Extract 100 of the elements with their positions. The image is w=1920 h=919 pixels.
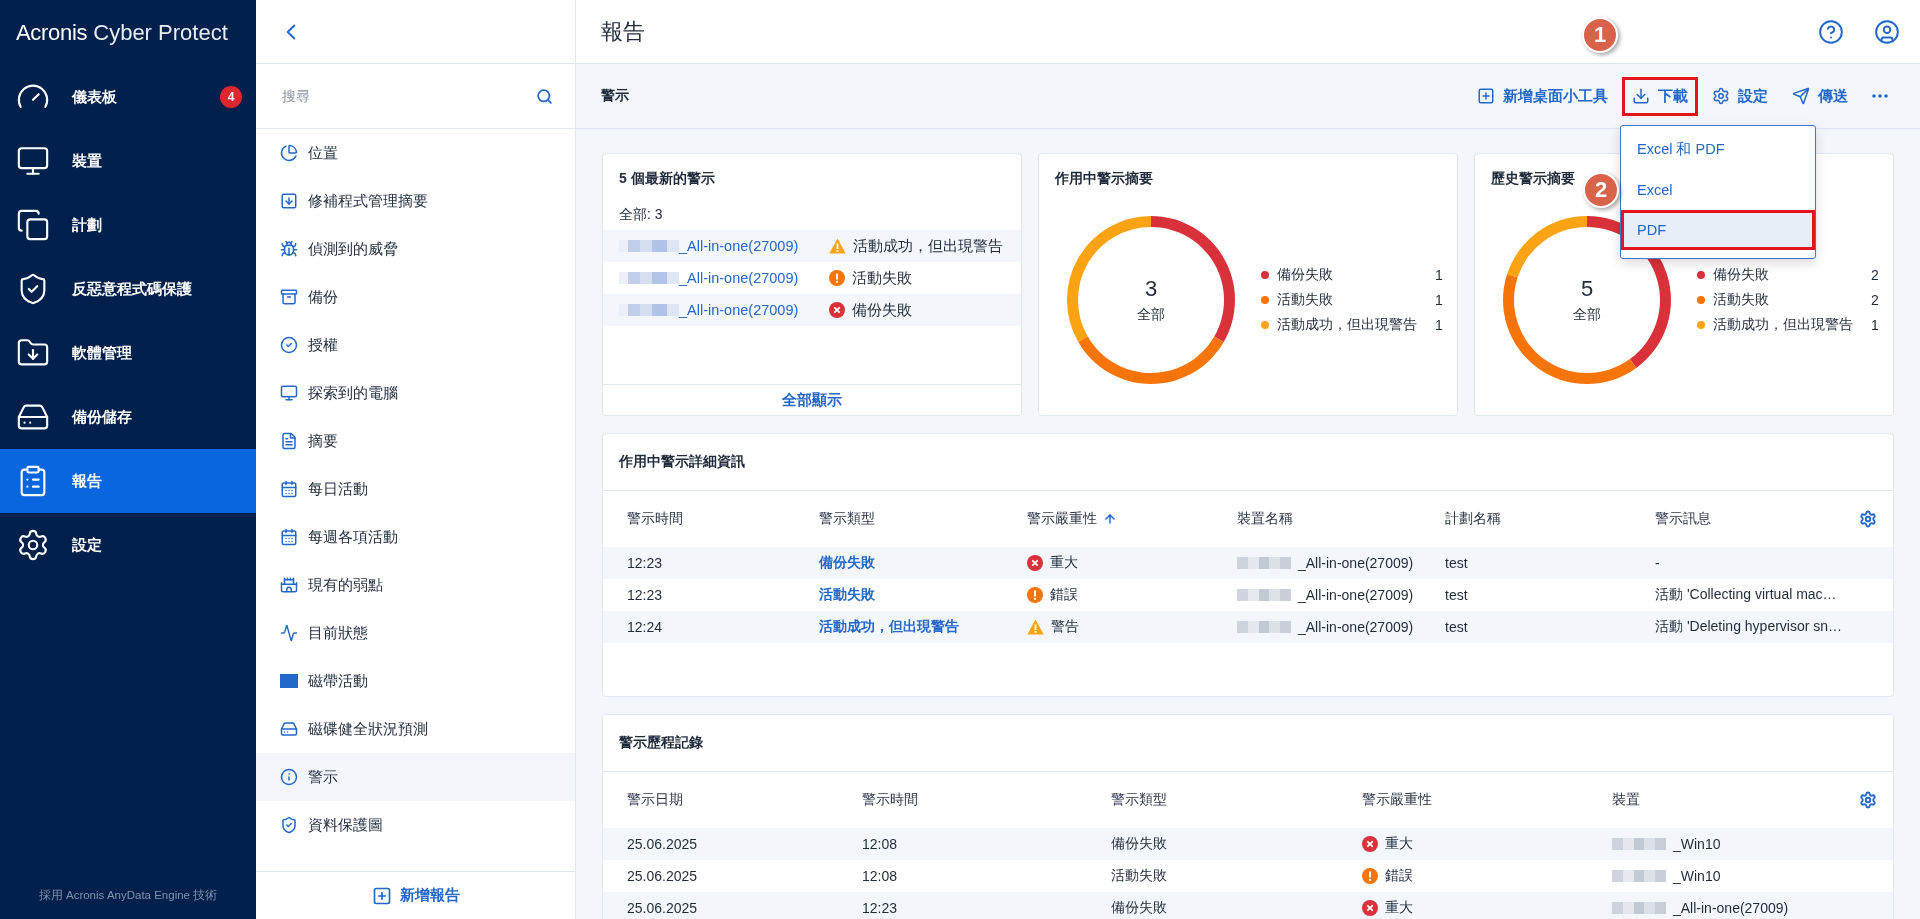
alert-type-cell-text: 活動失敗 xyxy=(1111,867,1168,885)
blurred-text xyxy=(1237,557,1291,569)
error-icon xyxy=(1027,587,1043,603)
add-button[interactable]: 新增桌面小工具 xyxy=(1469,78,1616,114)
total-count: 全部: 3 xyxy=(618,205,664,224)
total-label: 全部 xyxy=(1137,305,1165,324)
time-cell-text: 12:23 xyxy=(627,555,664,571)
alert-status: 活動成功，但出現警告 xyxy=(853,236,1003,256)
alert-status: 活動失敗 xyxy=(852,268,912,288)
user-icon[interactable] xyxy=(1874,18,1900,45)
column-header[interactable]: 警示類型 xyxy=(1111,791,1362,809)
archive-icon xyxy=(280,288,298,306)
device-link[interactable]: _All-in-one(27009) xyxy=(679,238,829,254)
info-icon xyxy=(280,768,298,786)
send-icon xyxy=(1792,87,1810,105)
severity-text: 警告 xyxy=(1051,618,1079,636)
column-header[interactable]: 裝置名稱 xyxy=(1237,510,1445,528)
total-label: 全部 xyxy=(1573,305,1601,324)
nav-item[interactable]: 儀表板 4 xyxy=(0,65,256,129)
download-button[interactable]: 下載 xyxy=(1624,78,1696,114)
device-name: _All-in-one(27009) xyxy=(1298,619,1414,635)
menu-item[interactable]: Excel 和 PDF xyxy=(1621,129,1815,170)
sort-arrow-icon xyxy=(1103,512,1117,526)
nav-item[interactable]: 設定 xyxy=(0,513,256,577)
legend-count: 1 xyxy=(1435,266,1443,283)
gear-icon xyxy=(1859,510,1877,528)
nav-item[interactable]: 備份儲存 xyxy=(0,385,256,449)
blurred-text xyxy=(1237,621,1291,633)
menu-item[interactable]: PDF xyxy=(1621,209,1815,250)
send-button[interactable]: 傳送 xyxy=(1784,78,1856,114)
severity-text: 錯誤 xyxy=(1050,586,1078,604)
alert-type-link[interactable]: 活動失敗 xyxy=(819,586,875,604)
search-icon[interactable] xyxy=(536,87,553,105)
column-header[interactable]: 警示時間 xyxy=(627,510,819,528)
tape-icon xyxy=(280,674,298,688)
nav-item[interactable]: 軟體管理 xyxy=(0,321,256,385)
settings-button[interactable] xyxy=(1859,791,1877,809)
monitor-icon xyxy=(280,384,298,402)
download-box-icon xyxy=(280,192,298,210)
help-icon[interactable] xyxy=(1818,18,1844,45)
plan-cell-text: test xyxy=(1445,587,1469,603)
settings-button[interactable]: 設定 xyxy=(1704,78,1776,114)
legend-label: 備份失敗 xyxy=(1713,265,1770,284)
report-item[interactable]: 警示 xyxy=(256,753,575,801)
show-all-link[interactable]: 全部顯示 xyxy=(778,386,846,414)
legend-count: 1 xyxy=(1435,316,1443,333)
error-icon xyxy=(1362,868,1378,884)
add-report-button[interactable]: 新增報告 xyxy=(367,881,464,910)
alert-type-link[interactable]: 備份失敗 xyxy=(819,554,875,572)
legend-label: 活動失敗 xyxy=(1713,290,1770,309)
column-header[interactable]: 警示嚴重性 xyxy=(1027,510,1237,528)
nav-item[interactable]: 計劃 xyxy=(0,193,256,257)
column-header[interactable]: 警示訊息 xyxy=(1655,510,1847,528)
column-header[interactable]: 警示類型 xyxy=(819,510,1027,528)
plan-cell-text: test xyxy=(1445,555,1469,571)
settings-button[interactable] xyxy=(1859,510,1877,528)
add-icon xyxy=(1477,87,1495,105)
calendar-icon xyxy=(280,480,298,498)
blurred-text xyxy=(619,304,679,316)
search-field[interactable]: 搜尋 xyxy=(280,87,536,105)
shield-check-icon xyxy=(280,816,298,834)
device-name: _Win10 xyxy=(1673,836,1721,852)
alert-type-link[interactable]: 活動成功，但出現警告 xyxy=(819,618,959,636)
blurred-text xyxy=(1612,902,1666,914)
page-title: 報告 xyxy=(601,17,645,46)
column-header[interactable]: 裝置 xyxy=(1612,791,1847,809)
more-icon xyxy=(1872,94,1888,98)
column-header[interactable]: 警示時間 xyxy=(862,791,1111,809)
gear-icon xyxy=(1859,791,1877,809)
device-link[interactable]: _All-in-one(27009) xyxy=(679,270,829,286)
message-cell-text: 活動 'Collecting virtual mac… xyxy=(1655,586,1838,604)
card-title: 歷史警示摘要 xyxy=(1491,170,1575,188)
legend-count: 2 xyxy=(1871,266,1879,283)
warning-icon xyxy=(829,238,846,254)
legend-label: 備份失敗 xyxy=(1277,265,1334,284)
severity-text: 錯誤 xyxy=(1385,867,1413,885)
column-header[interactable]: 警示日期 xyxy=(627,791,862,809)
error-icon xyxy=(829,270,845,286)
nav-item[interactable]: 裝置 xyxy=(0,129,256,193)
settings-icon xyxy=(16,528,50,562)
column-header[interactable]: 警示嚴重性 xyxy=(1362,791,1612,809)
nav-item[interactable]: 反惡意程式碼保護 xyxy=(0,257,256,321)
nav-item[interactable]: 報告 xyxy=(0,449,256,513)
blurred-text xyxy=(1612,870,1666,882)
column-header[interactable]: 計劃名稱 xyxy=(1445,510,1655,528)
severity-text: 重大 xyxy=(1050,554,1078,572)
alert-status: 備份失敗 xyxy=(852,300,912,320)
drive-icon xyxy=(280,720,298,738)
blurred-text xyxy=(1237,589,1291,601)
device-name: _All-in-one(27009) xyxy=(1673,900,1789,916)
download-icon xyxy=(1632,87,1650,105)
critical-icon xyxy=(829,302,845,318)
critical-icon xyxy=(1362,900,1378,916)
legend-count: 1 xyxy=(1435,291,1443,308)
time-cell-text: 12:08 xyxy=(862,836,899,852)
device-link[interactable]: _All-in-one(27009) xyxy=(679,302,829,318)
critical-icon xyxy=(1027,555,1043,571)
menu-item[interactable]: Excel xyxy=(1621,169,1815,210)
card-title: 5 個最新的警示 xyxy=(619,170,715,188)
legend-label: 活動成功，但出現警告 xyxy=(1277,315,1418,334)
